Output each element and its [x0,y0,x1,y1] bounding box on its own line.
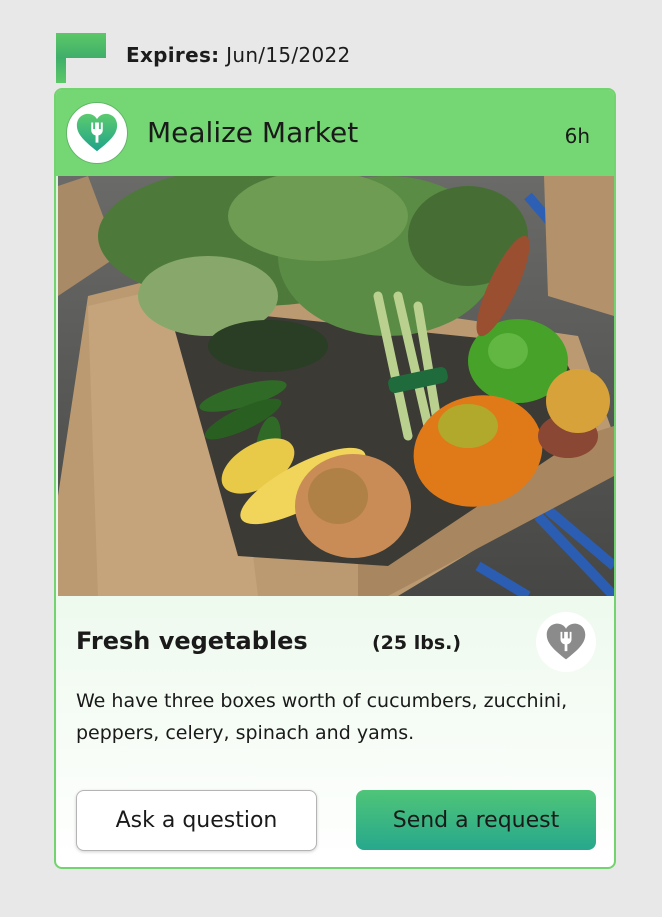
expiry-value: Jun/15/2022 [226,43,351,67]
flag-bar-left [56,58,66,83]
item-weight: (25 lbs.) [372,632,462,654]
item-description: We have three boxes worth of cucumbers, … [76,690,568,744]
heart-fork-icon [546,623,586,660]
expiry-label: Expires [126,43,212,67]
flag-icon [56,33,106,83]
market-name: Mealize Market [147,116,359,149]
send-request-button[interactable]: Send a request [356,790,596,850]
flag-bar-top [56,33,106,58]
market-logo[interactable] [66,102,128,164]
listing-card[interactable]: Mealize Market 6h Fresh vegetables (25 l… [54,88,616,869]
vegetable-photo [58,176,614,596]
time-ago: 6h [564,124,590,148]
ask-question-button[interactable]: Ask a question [76,790,317,851]
expiry-separator: : [211,43,220,67]
item-title: Fresh vegetables [76,627,308,655]
heart-fork-icon [76,113,118,152]
category-badge [536,612,596,672]
vegetable-box-photo [58,176,614,596]
card-header: Mealize Market 6h [56,90,614,176]
expiry-date: Expires: Jun/15/2022 [126,43,351,67]
